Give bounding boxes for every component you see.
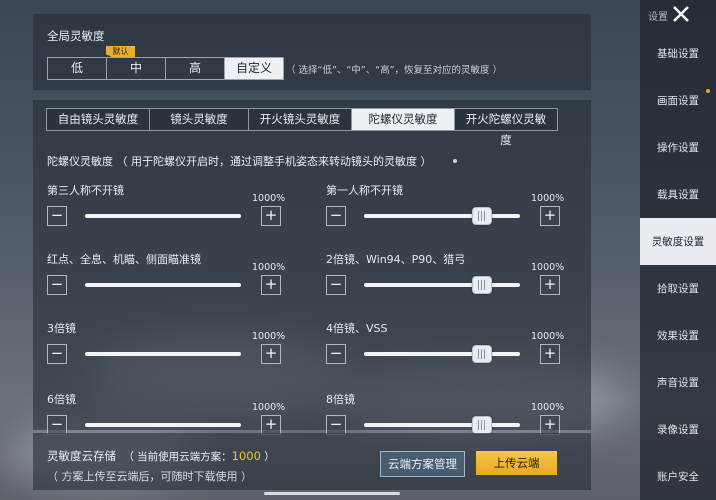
slider-track[interactable] xyxy=(364,352,520,356)
minus-button[interactable]: − xyxy=(326,275,346,295)
sidebar-item[interactable]: 载具设置 xyxy=(640,171,716,218)
slider-max-label: 1000% xyxy=(252,331,286,342)
minus-button[interactable]: − xyxy=(326,344,346,364)
slider-max-label: 1000% xyxy=(252,402,286,413)
sidebar-item-label: 操作设置 xyxy=(657,142,699,154)
sidebar-item[interactable]: 声音设置 xyxy=(640,359,716,406)
slider-max-label: 1000% xyxy=(531,402,565,413)
slider-label: 3倍镜 xyxy=(47,322,76,335)
minus-button[interactable]: − xyxy=(326,206,346,226)
slider-knob[interactable] xyxy=(471,276,492,294)
sensitivity-tab[interactable]: 开火镜头灵敏度 xyxy=(248,108,351,131)
minus-button[interactable]: − xyxy=(47,344,67,364)
sensitivity-preset-selector: 低中高自定义 xyxy=(47,57,284,80)
sidebar-item[interactable]: 录像设置 xyxy=(640,406,716,453)
minus-button[interactable]: − xyxy=(47,275,67,295)
sensitivity-tab[interactable]: 开火陀螺仪灵敏度 xyxy=(454,108,558,147)
gyro-section-title: 陀螺仪灵敏度 （ 用于陀螺仪开启时，通过调整手机姿态来转动镜头的灵敏度 ） xyxy=(47,155,432,168)
sidebar-item[interactable]: 灵敏度设置 xyxy=(640,218,716,265)
slider-max-label: 1000% xyxy=(531,262,565,273)
sidebar-title: 设置 xyxy=(648,12,668,23)
sidebar-item[interactable]: 拾取设置 xyxy=(640,265,716,312)
slider-track[interactable] xyxy=(85,352,241,356)
upload-cloud-button[interactable]: 上传云端 xyxy=(476,451,557,475)
global-sensitivity-title: 全局灵敏度 xyxy=(47,29,105,43)
sidebar-item[interactable]: 账户安全 xyxy=(640,453,716,500)
sidebar-item-label: 录像设置 xyxy=(657,424,699,436)
slider-max-label: 1000% xyxy=(531,331,565,342)
settings-sidebar: 设置 基础设置画面设置操作设置载具设置灵敏度设置拾取设置效果设置声音设置录像设置… xyxy=(640,0,716,500)
slider-track[interactable] xyxy=(85,423,241,427)
slider-label: 第一人称不开镜 xyxy=(326,184,403,197)
sensitivity-tab[interactable]: 自由镜头灵敏度 xyxy=(46,108,149,131)
preset-option[interactable]: 中 xyxy=(107,58,166,79)
slider-label: 4倍镜、VSS xyxy=(326,322,388,335)
notification-dot-icon xyxy=(706,89,710,93)
sidebar-item[interactable]: 操作设置 xyxy=(640,124,716,171)
home-indicator xyxy=(264,492,400,495)
slider-max-label: 1000% xyxy=(531,193,565,204)
slider-label: 2倍镜、Win94、P90、猎弓 xyxy=(326,253,466,266)
plus-button[interactable]: + xyxy=(261,415,281,435)
sensitivity-tab[interactable]: 陀螺仪灵敏度 xyxy=(351,108,454,131)
plus-button[interactable]: + xyxy=(261,206,281,226)
close-icon[interactable] xyxy=(668,2,694,26)
slider-track[interactable] xyxy=(85,283,241,287)
slider-knob[interactable] xyxy=(471,207,492,225)
cloud-plan-manage-button[interactable]: 云端方案管理 xyxy=(380,451,465,477)
slider-max-label: 1000% xyxy=(252,193,286,204)
cloud-storage-title: 灵敏度云存储 （ 当前使用云端方案：1000 ） xyxy=(47,449,275,463)
minus-button[interactable]: − xyxy=(326,415,346,435)
sidebar-item-label: 拾取设置 xyxy=(657,283,699,295)
sensitivity-tab[interactable]: 镜头灵敏度 xyxy=(149,108,248,131)
sidebar-item-label: 画面设置 xyxy=(657,95,699,107)
preset-option[interactable]: 高 xyxy=(166,58,225,79)
plus-button[interactable]: + xyxy=(540,206,560,226)
sensitivity-tabs: 自由镜头灵敏度 镜头灵敏度 开火镜头灵敏度 陀螺仪灵敏度 开火陀螺仪灵敏度 xyxy=(46,108,558,147)
preset-hint: （ 选择“低”、“中”、“高”，恢复至对应的灵敏度 ） xyxy=(286,65,503,76)
slider-track[interactable] xyxy=(364,423,520,427)
sidebar-item-label: 效果设置 xyxy=(657,330,699,342)
sidebar-item[interactable]: 效果设置 xyxy=(640,312,716,359)
slider-label: 6倍镜 xyxy=(47,393,76,406)
slider-label: 红点、全息、机瞄、侧面瞄准镜 xyxy=(47,253,201,266)
slider-track[interactable] xyxy=(364,283,520,287)
minus-button[interactable]: − xyxy=(47,206,67,226)
slider-label: 第三人称不开镜 xyxy=(47,184,124,197)
sidebar-item-label: 账户安全 xyxy=(657,471,699,483)
slider-max-label: 1000% xyxy=(252,262,286,273)
slider-track[interactable] xyxy=(85,214,241,218)
sidebar-item[interactable]: 基础设置 xyxy=(640,30,716,77)
preset-option[interactable]: 低 xyxy=(48,58,107,79)
cloud-current-plan: 1000 xyxy=(231,449,261,463)
plus-button[interactable]: + xyxy=(540,415,560,435)
minus-button[interactable]: − xyxy=(47,415,67,435)
preset-option[interactable]: 自定义 xyxy=(225,58,283,79)
plus-button[interactable]: + xyxy=(540,275,560,295)
cloud-storage-subtitle: （ 方案上传至云端后，可随时下载使用 ） xyxy=(47,470,252,483)
sidebar-item-label: 基础设置 xyxy=(657,48,699,60)
slider-knob[interactable] xyxy=(471,416,492,434)
plus-button[interactable]: + xyxy=(261,344,281,364)
slider-knob[interactable] xyxy=(471,345,492,363)
slider-label: 8倍镜 xyxy=(326,393,355,406)
sidebar-item[interactable]: 画面设置 xyxy=(640,77,716,124)
info-dot-icon xyxy=(453,159,457,163)
plus-button[interactable]: + xyxy=(261,275,281,295)
slider-track[interactable] xyxy=(364,214,520,218)
sidebar-item-label: 载具设置 xyxy=(657,189,699,201)
plus-button[interactable]: + xyxy=(540,344,560,364)
sidebar-item-label: 声音设置 xyxy=(657,377,699,389)
sidebar-item-label: 灵敏度设置 xyxy=(651,236,705,248)
